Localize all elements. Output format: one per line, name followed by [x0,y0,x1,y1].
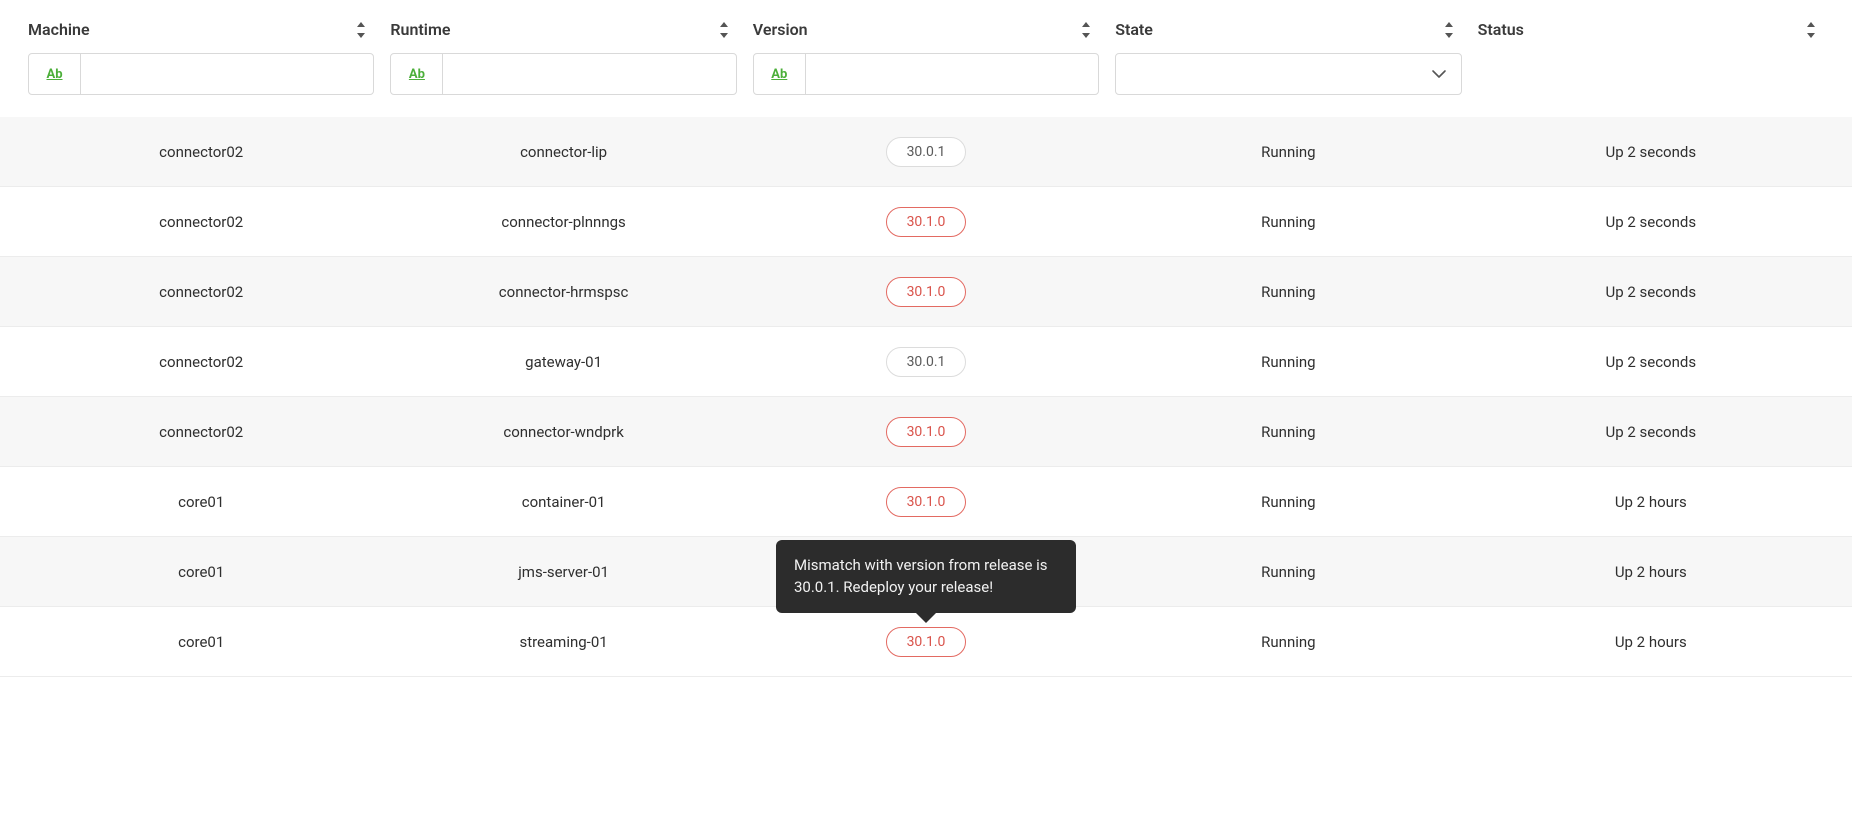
cell-machine: connector02 [28,213,374,231]
cell-runtime: container-01 [390,493,736,511]
cell-status: Up 2 seconds [1478,283,1824,301]
cell-version: 30.0.1 [753,137,1099,167]
column-header-version: Version Ab [753,20,1099,95]
cell-runtime: connector-wndprk [390,423,736,441]
cell-version: 30.1.0 [753,207,1099,237]
sort-icon[interactable] [354,21,368,39]
filter-input-version[interactable] [806,54,1098,94]
cell-state: Running [1115,423,1461,441]
column-header-machine: Machine Ab [28,20,374,95]
text-filter-icon[interactable]: Ab [754,54,806,94]
cell-machine: core01 [28,633,374,651]
cell-runtime: connector-lip [390,143,736,161]
filter-state-select[interactable] [1115,53,1461,95]
cell-version: 30.1.0 [753,277,1099,307]
column-label-machine: Machine [28,20,90,39]
cell-version: 30.1.0 [753,627,1099,657]
cell-machine: connector02 [28,283,374,301]
cell-machine: core01 [28,493,374,511]
table-row[interactable]: connector02 connector-hrmspsc 30.1.0 Runnin… [0,257,1852,327]
table-row[interactable]: connector02 connector-plnnngs 30.1.0 Runnin… [0,187,1852,257]
sort-icon[interactable] [1079,21,1093,39]
cell-runtime: connector-hrmspsc [390,283,736,301]
cell-state: Running [1115,563,1461,581]
cell-state: Running [1115,633,1461,651]
cell-status: Up 2 seconds [1478,143,1824,161]
cell-state: Running [1115,213,1461,231]
cell-status: Up 2 hours [1478,493,1824,511]
sort-icon[interactable] [717,21,731,39]
version-badge[interactable]: 30.1.0 [886,487,967,517]
filter-version[interactable]: Ab [753,53,1099,95]
cell-status: Up 2 hours [1478,563,1824,581]
column-header-runtime: Runtime Ab [390,20,736,95]
version-badge[interactable]: 30.1.0 [886,207,967,237]
filter-machine[interactable]: Ab [28,53,374,95]
cell-machine: connector02 [28,423,374,441]
cell-state: Running [1115,143,1461,161]
column-label-state: State [1115,20,1153,39]
table-row[interactable]: core01 jms-server-01 Running Up 2 hours [0,537,1852,607]
cell-status: Up 2 seconds [1478,213,1824,231]
column-label-runtime: Runtime [390,20,450,39]
table-header: Machine Ab Runtime [0,0,1852,95]
table-row[interactable]: connector02 connector-wndprk 30.1.0 Running… [0,397,1852,467]
version-badge[interactable]: 30.1.0 [886,277,967,307]
cell-version: 30.1.0 [753,487,1099,517]
cell-status: Up 2 hours [1478,633,1824,651]
cell-machine: connector02 [28,353,374,371]
version-badge[interactable]: 30.1.0 [886,627,967,657]
column-header-state: State [1115,20,1461,95]
cell-version: 30.1.0 [753,417,1099,447]
table-body: connector02 connector-lip 30.0.1 Running Up … [0,117,1852,677]
column-label-status: Status [1478,20,1524,39]
cell-state: Running [1115,353,1461,371]
cell-version: 30.0.1 [753,347,1099,377]
filter-input-runtime[interactable] [443,54,735,94]
cell-machine: connector02 [28,143,374,161]
cell-status: Up 2 seconds [1478,353,1824,371]
text-filter-icon[interactable]: Ab [391,54,443,94]
filter-input-machine[interactable] [81,54,373,94]
text-filter-icon[interactable]: Ab [29,54,81,94]
cell-runtime: jms-server-01 [390,563,736,581]
cell-state: Running [1115,283,1461,301]
column-label-version: Version [753,20,808,39]
cell-runtime: gateway-01 [390,353,736,371]
sort-icon[interactable] [1804,21,1818,39]
chevron-down-icon [1431,65,1447,83]
deployments-table: Machine Ab Runtime [0,0,1852,677]
column-header-status: Status [1478,20,1824,39]
table-row[interactable]: connector02 connector-lip 30.0.1 Running Up … [0,117,1852,187]
table-row[interactable]: connector02 gateway-01 30.0.1 Running Up 2 s… [0,327,1852,397]
version-badge[interactable]: 30.1.0 [886,417,967,447]
cell-state: Running [1115,493,1461,511]
table-row[interactable]: core01 streaming-01 30.1.0 Running Up 2 hour… [0,607,1852,677]
version-badge[interactable]: 30.0.1 [886,347,967,377]
filter-runtime[interactable]: Ab [390,53,736,95]
version-badge[interactable]: 30.0.1 [886,137,967,167]
sort-icon[interactable] [1442,21,1456,39]
cell-runtime: streaming-01 [390,633,736,651]
cell-runtime: connector-plnnngs [390,213,736,231]
table-row[interactable]: core01 container-01 30.1.0 Running Up 2 hour… [0,467,1852,537]
cell-machine: core01 [28,563,374,581]
cell-status: Up 2 seconds [1478,423,1824,441]
